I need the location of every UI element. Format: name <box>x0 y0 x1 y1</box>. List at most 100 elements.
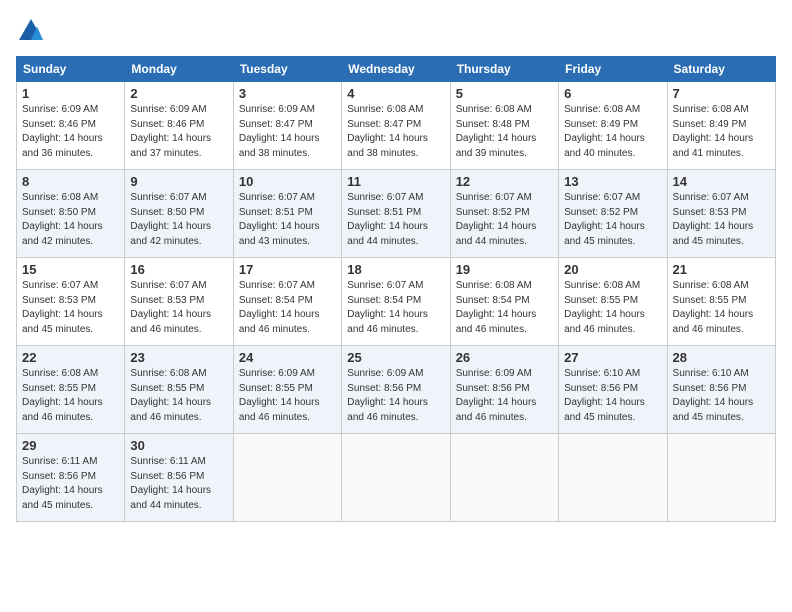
day-number: 12 <box>456 174 553 189</box>
calendar-cell <box>233 434 341 522</box>
calendar-cell <box>667 434 775 522</box>
day-info: Sunrise: 6:09 AMSunset: 8:46 PMDaylight:… <box>130 103 227 161</box>
day-info: Sunrise: 6:08 AMSunset: 8:49 PMDaylight:… <box>564 103 661 161</box>
day-number: 15 <box>22 262 119 277</box>
day-info: Sunrise: 6:08 AMSunset: 8:55 PMDaylight:… <box>673 279 770 337</box>
logo-icon <box>16 16 46 46</box>
day-info: Sunrise: 6:07 AMSunset: 8:53 PMDaylight:… <box>673 191 770 249</box>
day-info: Sunrise: 6:07 AMSunset: 8:54 PMDaylight:… <box>347 279 444 337</box>
day-info: Sunrise: 6:08 AMSunset: 8:55 PMDaylight:… <box>22 367 119 425</box>
day-number: 18 <box>347 262 444 277</box>
day-info: Sunrise: 6:07 AMSunset: 8:51 PMDaylight:… <box>239 191 336 249</box>
day-number: 8 <box>22 174 119 189</box>
calendar-cell: 7 Sunrise: 6:08 AMSunset: 8:49 PMDaylight… <box>667 82 775 170</box>
logo <box>16 16 50 46</box>
calendar-cell: 15 Sunrise: 6:07 AMSunset: 8:53 PMDayligh… <box>17 258 125 346</box>
calendar-weekday-friday: Friday <box>559 57 667 82</box>
calendar-week-1: 1 Sunrise: 6:09 AMSunset: 8:46 PMDaylight… <box>17 82 776 170</box>
day-info: Sunrise: 6:08 AMSunset: 8:55 PMDaylight:… <box>564 279 661 337</box>
calendar-cell: 21 Sunrise: 6:08 AMSunset: 8:55 PMDayligh… <box>667 258 775 346</box>
calendar-cell: 28Sunrise: 6:10 AMSunset: 8:56 PMDayligh… <box>667 346 775 434</box>
day-number: 4 <box>347 86 444 101</box>
day-info: Sunrise: 6:11 AMSunset: 8:56 PMDaylight:… <box>130 455 227 513</box>
day-number: 1 <box>22 86 119 101</box>
calendar-cell: 12 Sunrise: 6:07 AMSunset: 8:52 PMDayligh… <box>450 170 558 258</box>
calendar-cell: 20 Sunrise: 6:08 AMSunset: 8:55 PMDayligh… <box>559 258 667 346</box>
calendar-cell: 24 Sunrise: 6:09 AMSunset: 8:55 PMDayligh… <box>233 346 341 434</box>
day-number: 21 <box>673 262 770 277</box>
calendar-table: SundayMondayTuesdayWednesdayThursdayFrid… <box>16 56 776 522</box>
calendar-cell: 16 Sunrise: 6:07 AMSunset: 8:53 PMDayligh… <box>125 258 233 346</box>
page: SundayMondayTuesdayWednesdayThursdayFrid… <box>0 0 792 612</box>
day-number: 11 <box>347 174 444 189</box>
calendar-week-2: 8 Sunrise: 6:08 AMSunset: 8:50 PMDaylight… <box>17 170 776 258</box>
calendar-cell: 14 Sunrise: 6:07 AMSunset: 8:53 PMDayligh… <box>667 170 775 258</box>
calendar-week-4: 22 Sunrise: 6:08 AMSunset: 8:55 PMDayligh… <box>17 346 776 434</box>
day-number: 16 <box>130 262 227 277</box>
calendar-weekday-tuesday: Tuesday <box>233 57 341 82</box>
calendar-cell: 1 Sunrise: 6:09 AMSunset: 8:46 PMDaylight… <box>17 82 125 170</box>
calendar-weekday-wednesday: Wednesday <box>342 57 450 82</box>
day-info: Sunrise: 6:08 AMSunset: 8:49 PMDaylight:… <box>673 103 770 161</box>
day-number: 14 <box>673 174 770 189</box>
day-number: 9 <box>130 174 227 189</box>
calendar-cell: 27 Sunrise: 6:10 AMSunset: 8:56 PMDayligh… <box>559 346 667 434</box>
calendar-cell: 5 Sunrise: 6:08 AMSunset: 8:48 PMDaylight… <box>450 82 558 170</box>
day-info: Sunrise: 6:10 AMSunset: 8:56 PMDaylight:… <box>564 367 661 425</box>
day-number: 3 <box>239 86 336 101</box>
day-number: 10 <box>239 174 336 189</box>
day-info: Sunrise: 6:09 AMSunset: 8:56 PMDaylight:… <box>456 367 553 425</box>
day-number: 20 <box>564 262 661 277</box>
calendar-weekday-saturday: Saturday <box>667 57 775 82</box>
calendar-week-5: 29 Sunrise: 6:11 AMSunset: 8:56 PMDayligh… <box>17 434 776 522</box>
day-number: 5 <box>456 86 553 101</box>
day-info: Sunrise: 6:08 AMSunset: 8:50 PMDaylight:… <box>22 191 119 249</box>
calendar-cell: 11 Sunrise: 6:07 AMSunset: 8:51 PMDayligh… <box>342 170 450 258</box>
day-number: 29 <box>22 438 119 453</box>
day-number: 19 <box>456 262 553 277</box>
calendar-week-3: 15 Sunrise: 6:07 AMSunset: 8:53 PMDayligh… <box>17 258 776 346</box>
day-info: Sunrise: 6:07 AMSunset: 8:53 PMDaylight:… <box>130 279 227 337</box>
day-number: 17 <box>239 262 336 277</box>
calendar-cell: 30 Sunrise: 6:11 AMSunset: 8:56 PMDayligh… <box>125 434 233 522</box>
day-number: 26 <box>456 350 553 365</box>
day-info: Sunrise: 6:07 AMSunset: 8:54 PMDaylight:… <box>239 279 336 337</box>
calendar-cell <box>342 434 450 522</box>
day-number: 22 <box>22 350 119 365</box>
calendar-cell: 17 Sunrise: 6:07 AMSunset: 8:54 PMDayligh… <box>233 258 341 346</box>
calendar-cell: 4Sunrise: 6:08 AMSunset: 8:47 PMDaylight… <box>342 82 450 170</box>
day-info: Sunrise: 6:07 AMSunset: 8:53 PMDaylight:… <box>22 279 119 337</box>
calendar-weekday-monday: Monday <box>125 57 233 82</box>
day-number: 23 <box>130 350 227 365</box>
day-info: Sunrise: 6:09 AMSunset: 8:46 PMDaylight:… <box>22 103 119 161</box>
header <box>16 16 776 46</box>
calendar-cell: 2 Sunrise: 6:09 AMSunset: 8:46 PMDaylight… <box>125 82 233 170</box>
calendar-cell: 23Sunrise: 6:08 AMSunset: 8:55 PMDayligh… <box>125 346 233 434</box>
calendar-cell: 6Sunrise: 6:08 AMSunset: 8:49 PMDaylight… <box>559 82 667 170</box>
day-number: 27 <box>564 350 661 365</box>
day-info: Sunrise: 6:07 AMSunset: 8:52 PMDaylight:… <box>456 191 553 249</box>
day-info: Sunrise: 6:09 AMSunset: 8:55 PMDaylight:… <box>239 367 336 425</box>
day-number: 2 <box>130 86 227 101</box>
calendar-cell: 3 Sunrise: 6:09 AMSunset: 8:47 PMDaylight… <box>233 82 341 170</box>
day-number: 25 <box>347 350 444 365</box>
calendar-cell: 9Sunrise: 6:07 AMSunset: 8:50 PMDaylight… <box>125 170 233 258</box>
day-number: 7 <box>673 86 770 101</box>
calendar-cell: 19Sunrise: 6:08 AMSunset: 8:54 PMDayligh… <box>450 258 558 346</box>
calendar-cell: 10 Sunrise: 6:07 AMSunset: 8:51 PMDayligh… <box>233 170 341 258</box>
calendar-cell: 26 Sunrise: 6:09 AMSunset: 8:56 PMDayligh… <box>450 346 558 434</box>
calendar-cell: 18 Sunrise: 6:07 AMSunset: 8:54 PMDayligh… <box>342 258 450 346</box>
day-number: 13 <box>564 174 661 189</box>
day-info: Sunrise: 6:08 AMSunset: 8:48 PMDaylight:… <box>456 103 553 161</box>
calendar-cell <box>450 434 558 522</box>
calendar-cell: 8 Sunrise: 6:08 AMSunset: 8:50 PMDaylight… <box>17 170 125 258</box>
calendar-header-row: SundayMondayTuesdayWednesdayThursdayFrid… <box>17 57 776 82</box>
day-info: Sunrise: 6:11 AMSunset: 8:56 PMDaylight:… <box>22 455 119 513</box>
calendar-weekday-thursday: Thursday <box>450 57 558 82</box>
day-number: 30 <box>130 438 227 453</box>
day-info: Sunrise: 6:09 AMSunset: 8:47 PMDaylight:… <box>239 103 336 161</box>
day-info: Sunrise: 6:09 AMSunset: 8:56 PMDaylight:… <box>347 367 444 425</box>
day-info: Sunrise: 6:07 AMSunset: 8:51 PMDaylight:… <box>347 191 444 249</box>
calendar-cell: 22 Sunrise: 6:08 AMSunset: 8:55 PMDayligh… <box>17 346 125 434</box>
day-number: 24 <box>239 350 336 365</box>
